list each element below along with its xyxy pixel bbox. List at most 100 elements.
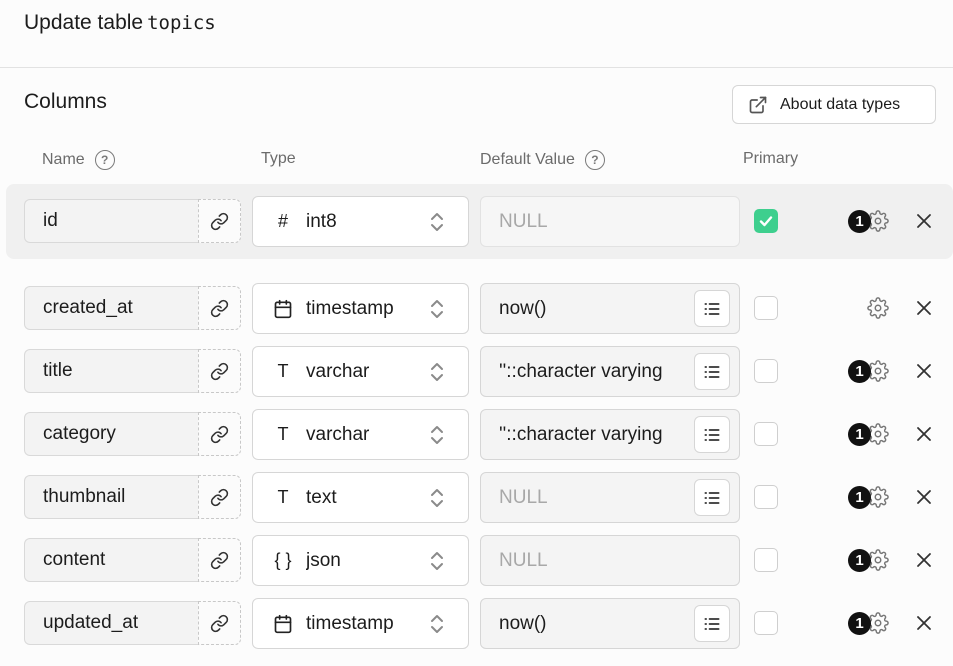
list-icon	[702, 425, 722, 445]
column-name-input[interactable]: updated_at	[24, 601, 198, 645]
settings-count-badge: 1	[848, 423, 871, 446]
column-header-name-label: Name	[42, 151, 85, 168]
gear-icon	[867, 297, 889, 319]
column-name-value: thumbnail	[43, 486, 126, 507]
chevron-updown-icon	[428, 297, 446, 327]
calendar-icon	[272, 298, 294, 320]
column-name-input[interactable]: category	[24, 412, 198, 456]
default-value-suggestions-button[interactable]	[694, 479, 730, 516]
column-type-select[interactable]: { } json	[252, 535, 469, 586]
remove-column-button[interactable]	[915, 551, 933, 569]
default-value-input[interactable]: ''::character varying	[480, 409, 740, 460]
foreign-key-link-button[interactable]	[198, 412, 241, 456]
foreign-key-link-button[interactable]	[198, 349, 241, 393]
panel-header: Update table topics	[0, 0, 953, 68]
default-value-input[interactable]: ''::character varying	[480, 346, 740, 397]
foreign-key-link-button[interactable]	[198, 286, 241, 330]
column-type-value: timestamp	[306, 297, 394, 319]
remove-column-button[interactable]	[915, 362, 933, 380]
default-value-suggestions-button[interactable]	[694, 290, 730, 327]
list-icon	[702, 488, 722, 508]
text-type-icon: T	[277, 487, 289, 507]
foreign-key-link-button[interactable]	[198, 475, 241, 519]
column-type-select[interactable]: # int8	[252, 196, 469, 247]
default-value-input[interactable]: NULL	[480, 196, 740, 247]
column-type-value: timestamp	[306, 612, 394, 634]
column-type-value: varchar	[306, 423, 370, 445]
table-name: topics	[147, 12, 216, 34]
remove-column-button[interactable]	[915, 299, 933, 317]
default-value-input[interactable]: NULL	[480, 535, 740, 586]
column-header-type-label: Type	[261, 150, 296, 167]
remove-column-button[interactable]	[915, 488, 933, 506]
primary-key-checkbox[interactable]	[754, 485, 778, 509]
column-name-input[interactable]: created_at	[24, 286, 198, 330]
link-icon	[210, 488, 229, 507]
link-icon	[210, 614, 229, 633]
settings-count-badge: 1	[848, 612, 871, 635]
column-type-select[interactable]: Ttext	[252, 472, 469, 523]
column-name-input[interactable]: id	[24, 199, 198, 243]
name-help-icon[interactable]: ?	[94, 150, 115, 170]
default-value-text: NULL	[499, 549, 548, 571]
remove-column-button[interactable]	[915, 425, 933, 443]
default-value-input[interactable]: NULL	[480, 472, 740, 523]
primary-key-checkbox[interactable]	[754, 422, 778, 446]
column-name-input[interactable]: content	[24, 538, 198, 582]
page-title: Update table topics	[24, 11, 216, 35]
foreign-key-link-button[interactable]	[198, 199, 241, 243]
default-value-suggestions-button[interactable]	[694, 353, 730, 390]
column-name-input[interactable]: thumbnail	[24, 475, 198, 519]
column-name-value: content	[43, 549, 106, 570]
close-icon	[915, 362, 933, 380]
column-header-name: Name ?	[42, 150, 115, 170]
primary-key-checkbox[interactable]	[754, 209, 778, 233]
primary-key-checkbox[interactable]	[754, 296, 778, 320]
chevron-updown-icon	[428, 612, 446, 642]
default-value-input[interactable]: now()	[480, 598, 740, 649]
remove-column-button[interactable]	[915, 212, 933, 230]
default-value-text: now()	[499, 612, 547, 634]
column-name-value: created_at	[43, 297, 133, 318]
column-type-value: text	[306, 486, 337, 508]
close-icon	[915, 425, 933, 443]
column-name-value: id	[43, 210, 58, 231]
chevron-updown-icon	[428, 423, 446, 453]
primary-key-checkbox[interactable]	[754, 359, 778, 383]
link-icon	[210, 362, 229, 381]
chevron-updown-icon	[428, 210, 446, 240]
link-icon	[210, 425, 229, 444]
close-icon	[915, 488, 933, 506]
default-value-input[interactable]: now()	[480, 283, 740, 334]
column-type-value: json	[306, 549, 341, 571]
primary-key-checkbox[interactable]	[754, 548, 778, 572]
link-icon	[210, 299, 229, 318]
about-data-types-button[interactable]: About data types	[732, 85, 936, 124]
default-value-text: ''::character varying	[499, 360, 663, 382]
checkmark-icon	[758, 213, 774, 229]
default-help-icon[interactable]: ?	[584, 150, 605, 170]
column-header-default: Default Value ?	[480, 150, 605, 170]
list-icon	[702, 362, 722, 382]
primary-key-checkbox[interactable]	[754, 611, 778, 635]
column-type-select[interactable]: Tvarchar	[252, 409, 469, 460]
columns-heading: Columns	[24, 90, 107, 113]
column-name-input[interactable]: title	[24, 349, 198, 393]
column-type-select[interactable]: timestamp	[252, 283, 469, 334]
default-value-suggestions-button[interactable]	[694, 416, 730, 453]
column-type-select[interactable]: Tvarchar	[252, 346, 469, 397]
column-settings-button[interactable]	[867, 297, 889, 319]
list-icon	[702, 299, 722, 319]
page-title-prefix: Update table	[24, 11, 144, 34]
foreign-key-link-button[interactable]	[198, 601, 241, 645]
remove-column-button[interactable]	[915, 614, 933, 632]
settings-count-badge: 1	[848, 360, 871, 383]
chevron-updown-icon	[428, 549, 446, 579]
column-type-select[interactable]: timestamp	[252, 598, 469, 649]
about-data-types-label: About data types	[780, 95, 901, 113]
text-type-icon: T	[277, 424, 289, 444]
chevron-updown-icon	[428, 360, 446, 390]
close-icon	[915, 212, 933, 230]
foreign-key-link-button[interactable]	[198, 538, 241, 582]
default-value-suggestions-button[interactable]	[694, 605, 730, 642]
